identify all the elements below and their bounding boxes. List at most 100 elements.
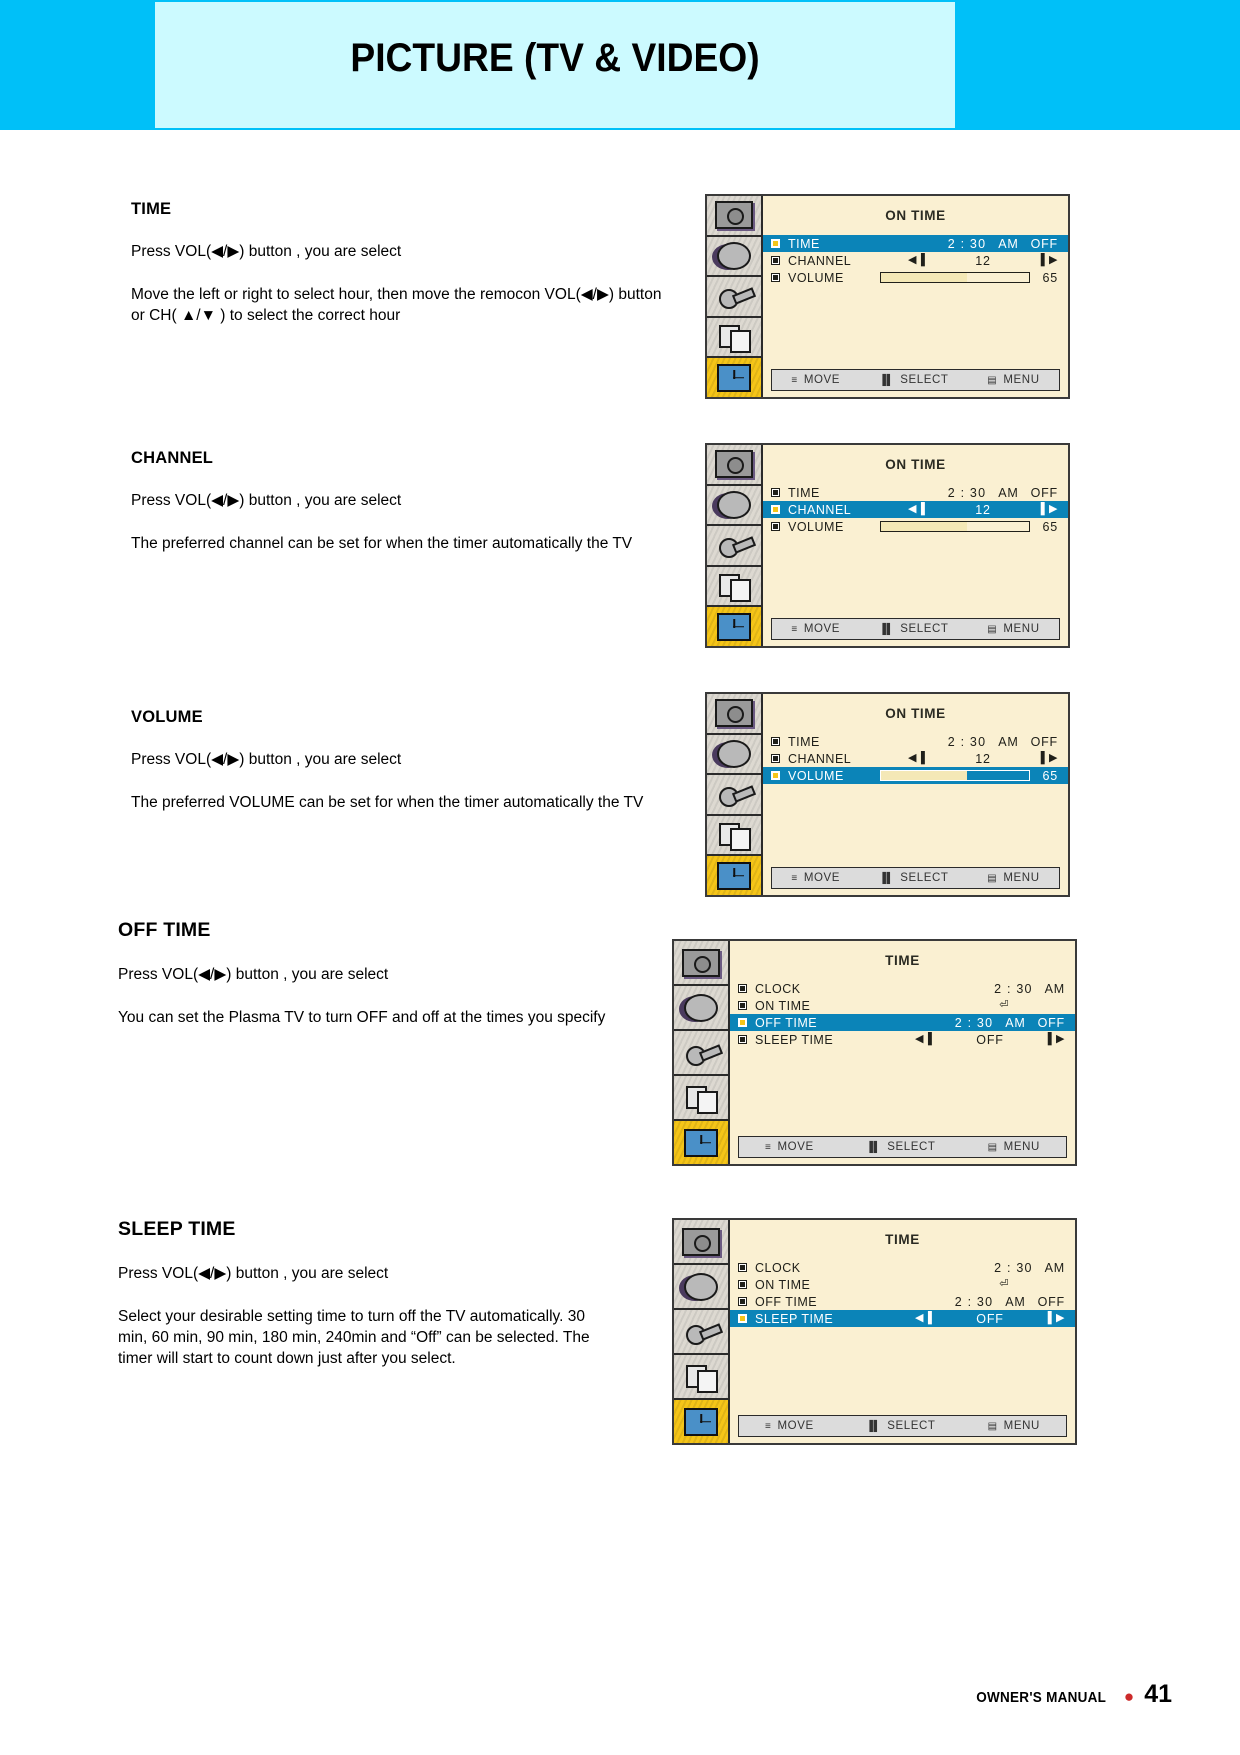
osd-menu-icon-key-lock[interactable] — [707, 775, 761, 816]
osd-row-value[interactable]: 65 — [880, 271, 1058, 285]
osd-menu-icon-speaker[interactable] — [674, 1265, 728, 1310]
osd-row-value[interactable]: 2 : 30 AM — [994, 982, 1065, 996]
osd-menu-icon-key-lock[interactable] — [674, 1310, 728, 1355]
osd-footer-menu[interactable]: ▤ MENU — [988, 1141, 1040, 1153]
left-arrow-icon[interactable]: ◀▐ — [915, 1313, 932, 1324]
osd-menu-row[interactable]: TIME 2 : 30 AM OFF — [763, 733, 1068, 750]
osd-footer-menu[interactable]: ▤ MENU — [987, 872, 1039, 884]
osd-menu-icon-key-lock[interactable] — [674, 1031, 728, 1076]
osd-menu-icon-tv-picture[interactable] — [707, 694, 761, 735]
osd-volume-slider[interactable]: 65 — [880, 271, 1058, 285]
osd-menu-row[interactable]: CHANNEL ◀▐ 12 ▌▶ — [763, 252, 1068, 269]
osd-row-value[interactable]: ◀▐ 12 ▌▶ — [908, 503, 1058, 517]
left-arrow-icon[interactable]: ◀▐ — [908, 504, 925, 515]
osd-row-value[interactable]: ◀▐ OFF ▌▶ — [915, 1033, 1065, 1047]
osd-row-value[interactable]: ◀▐ 12 ▌▶ — [908, 752, 1058, 766]
osd-menu-icon-clock-timer[interactable] — [707, 358, 761, 397]
osd-row-value[interactable]: 65 — [880, 769, 1058, 783]
osd-row-label: VOLUME — [788, 768, 844, 783]
osd-menu-row[interactable]: CHANNEL ◀▐ 12 ▌▶ — [763, 501, 1068, 518]
osd-footer-select[interactable]: ▐▌ SELECT — [879, 872, 949, 884]
volume-gauge-track[interactable] — [880, 272, 1030, 283]
right-arrow-icon[interactable]: ▌▶ — [1041, 753, 1058, 764]
section-paragraph: The preferred channel can be set for whe… — [131, 535, 633, 552]
volume-gauge-track[interactable] — [880, 770, 1030, 781]
osd-menu-row[interactable]: CHANNEL ◀▐ 12 ▌▶ — [763, 750, 1068, 767]
right-arrow-icon[interactable]: ▌▶ — [1048, 1034, 1065, 1045]
osd-footer-move[interactable]: ≡ MOVE — [765, 1420, 814, 1432]
osd-adjust-control[interactable]: ◀▐ OFF ▌▶ — [915, 1312, 1065, 1326]
key-lock-icon — [719, 285, 749, 310]
osd-adjust-control[interactable]: ◀▐ OFF ▌▶ — [915, 1033, 1065, 1047]
osd-volume-slider[interactable]: 65 — [880, 520, 1058, 534]
enter-arrow-icon[interactable]: ⏎ — [999, 1000, 1009, 1011]
osd-menu-icon-window-pip[interactable] — [707, 317, 761, 359]
osd-menu-icon-speaker[interactable] — [707, 734, 761, 776]
osd-footer-move[interactable]: ≡ MOVE — [791, 623, 840, 635]
osd-footer-move[interactable]: ≡ MOVE — [765, 1141, 814, 1153]
right-arrow-icon[interactable]: ▌▶ — [1041, 504, 1058, 515]
osd-row-value[interactable]: ⏎ — [999, 1279, 1065, 1290]
osd-footer-menu[interactable]: ▤ MENU — [988, 1420, 1040, 1432]
osd-row-value[interactable]: ⏎ — [999, 1000, 1065, 1011]
osd-row-value[interactable]: 2 : 30 AM OFF — [948, 237, 1058, 251]
osd-menu-row[interactable]: SLEEP TIME ◀▐ OFF ▌▶ — [730, 1031, 1075, 1048]
osd-menu-icon-clock-timer[interactable] — [707, 607, 761, 646]
left-arrow-icon[interactable]: ◀▐ — [915, 1034, 932, 1045]
osd-row-value[interactable]: 65 — [880, 520, 1058, 534]
right-arrow-icon[interactable]: ▌▶ — [1048, 1313, 1065, 1324]
osd-menu-row[interactable]: TIME 2 : 30 AM OFF — [763, 484, 1068, 501]
right-arrow-icon[interactable]: ▌▶ — [1041, 255, 1058, 266]
osd-menu-row[interactable]: OFF TIME 2 : 30 AM OFF — [730, 1014, 1075, 1031]
volume-gauge-track[interactable] — [880, 521, 1030, 532]
osd-menu-row[interactable]: CLOCK 2 : 30 AM — [730, 980, 1075, 997]
osd-menu-icon-window-pip[interactable] — [674, 1076, 728, 1121]
osd-volume-slider[interactable]: 65 — [880, 769, 1058, 783]
osd-menu-row[interactable]: VOLUME 65 — [763, 269, 1068, 286]
osd-footer-move[interactable]: ≡ MOVE — [791, 374, 840, 386]
osd-menu-row[interactable]: ON TIME ⏎ — [730, 997, 1075, 1014]
left-arrow-icon[interactable]: ◀▐ — [908, 753, 925, 764]
osd-menu-icon-clock-timer[interactable] — [707, 856, 761, 895]
osd-row-value[interactable]: 2 : 30 AM OFF — [948, 486, 1058, 500]
osd-footer-menu[interactable]: ▤ MENU — [987, 623, 1039, 635]
osd-footer-select[interactable]: ▐▌ SELECT — [866, 1141, 936, 1153]
osd-menu-row[interactable]: TIME 2 : 30 AM OFF — [763, 235, 1068, 252]
osd-menu-icon-speaker[interactable] — [707, 236, 761, 278]
enter-arrow-icon[interactable]: ⏎ — [999, 1279, 1009, 1290]
osd-menu-row[interactable]: ON TIME ⏎ — [730, 1276, 1075, 1293]
osd-footer-select[interactable]: ▐▌ SELECT — [879, 623, 949, 635]
osd-row-value[interactable]: 2 : 30 AM — [994, 1261, 1065, 1275]
left-arrow-icon[interactable]: ◀▐ — [908, 255, 925, 266]
osd-menu-icon-window-pip[interactable] — [707, 815, 761, 857]
osd-menu-row[interactable]: VOLUME 65 — [763, 767, 1068, 784]
osd-adjust-control[interactable]: ◀▐ 12 ▌▶ — [908, 752, 1058, 766]
osd-row-value[interactable]: ◀▐ 12 ▌▶ — [908, 254, 1058, 268]
osd-menu-icon-tv-picture[interactable] — [707, 445, 761, 486]
osd-menu-icon-tv-picture[interactable] — [674, 1220, 728, 1265]
osd-adjust-control[interactable]: ◀▐ 12 ▌▶ — [908, 254, 1058, 268]
osd-menu-icon-key-lock[interactable] — [707, 526, 761, 567]
osd-menu-icon-window-pip[interactable] — [674, 1355, 728, 1400]
osd-menu-icon-speaker[interactable] — [707, 485, 761, 527]
osd-menu-icon-key-lock[interactable] — [707, 277, 761, 318]
osd-menu-icon-clock-timer[interactable] — [674, 1400, 728, 1443]
osd-menu-icon-clock-timer[interactable] — [674, 1121, 728, 1164]
osd-footer-select[interactable]: ▐▌ SELECT — [866, 1420, 936, 1432]
osd-row-value[interactable]: 2 : 30 AM OFF — [948, 735, 1058, 749]
osd-menu-icon-tv-picture[interactable] — [674, 941, 728, 986]
osd-row-value[interactable]: 2 : 30 AM OFF — [955, 1295, 1065, 1309]
osd-row-value[interactable]: 2 : 30 AM OFF — [955, 1016, 1065, 1030]
osd-menu-icon-tv-picture[interactable] — [707, 196, 761, 237]
osd-row-value[interactable]: ◀▐ OFF ▌▶ — [915, 1312, 1065, 1326]
osd-footer-move[interactable]: ≡ MOVE — [791, 872, 840, 884]
osd-menu-row[interactable]: SLEEP TIME ◀▐ OFF ▌▶ — [730, 1310, 1075, 1327]
osd-footer-select[interactable]: ▐▌ SELECT — [879, 374, 949, 386]
osd-menu-row[interactable]: VOLUME 65 — [763, 518, 1068, 535]
osd-footer-menu[interactable]: ▤ MENU — [987, 374, 1039, 386]
osd-menu-row[interactable]: OFF TIME 2 : 30 AM OFF — [730, 1293, 1075, 1310]
osd-menu-row[interactable]: CLOCK 2 : 30 AM — [730, 1259, 1075, 1276]
osd-menu-icon-speaker[interactable] — [674, 986, 728, 1031]
osd-menu-icon-window-pip[interactable] — [707, 566, 761, 608]
osd-adjust-control[interactable]: ◀▐ 12 ▌▶ — [908, 503, 1058, 517]
